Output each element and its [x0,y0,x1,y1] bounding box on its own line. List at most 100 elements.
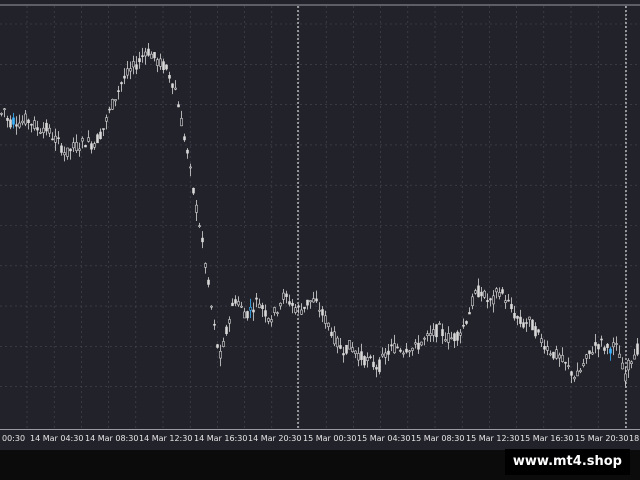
candle-body [585,354,588,359]
candle-body [186,149,189,154]
candle-body [483,290,486,298]
candle-body [57,137,60,140]
candle-body [576,370,579,377]
candle-body [609,348,612,354]
candle-body [6,118,9,121]
candle-body [471,296,474,306]
candle-body [303,306,306,309]
candle-body [51,138,54,141]
candle-body [315,298,318,302]
candle-body [141,55,144,57]
candle-body [273,307,276,313]
candle-body [72,142,75,149]
candle-body [603,347,606,351]
candle-body [45,122,48,132]
candle-body [564,361,567,364]
candle-body [231,302,234,306]
candle-body [174,87,177,90]
candle-body [438,323,441,325]
candle-body [270,319,273,323]
candle-body [429,333,432,336]
candle-body [459,332,462,336]
candle-body [330,331,333,337]
candle-body [360,351,363,360]
candle-body [612,342,615,348]
candle-body [579,369,582,373]
candle-body [390,344,393,347]
chart-window[interactable]: 00:30 14 Mar 04:30 14 Mar 08:30 14 Mar 12:3… [0,0,640,480]
candle-body [570,371,573,376]
candle-body [90,143,93,150]
candle-body [630,361,633,364]
candle-body [201,237,204,243]
candle-body [423,337,426,340]
candle-body [285,293,288,297]
candle-body [591,352,594,355]
candle-body [9,119,12,128]
candle-body [489,298,492,301]
candle-body [363,356,366,366]
time-axis-tick-label: 14 Mar 08:30 [85,434,139,443]
candle-body [294,307,297,313]
candle-body [468,312,471,315]
candle-body [408,350,411,353]
candle-body [219,351,222,359]
candle-body [402,352,405,355]
candle-body [195,204,198,213]
candle-body [321,309,324,316]
candle-body [78,148,81,151]
candle-body [399,349,402,352]
candle-body [414,342,417,345]
price-chart-plot[interactable] [0,0,640,430]
candle-body [30,123,33,126]
candle-body [228,319,231,324]
candle-body [387,350,390,355]
candle-body [63,152,66,156]
candle-body [33,120,36,129]
candle-body [75,142,78,151]
candle-body [435,324,438,338]
candle-body [132,61,135,68]
candle-body [594,342,597,346]
candle [483,289,486,299]
candle-body [486,300,489,302]
candle-body [18,122,21,128]
candle-body [267,318,270,322]
candle-body [153,52,156,59]
candle-body [555,349,558,359]
candle-body [198,225,201,227]
candle-body [525,322,528,324]
candle-body [126,68,129,76]
candle-body [54,135,57,143]
candle-body [606,343,609,348]
time-axis-tick-label: 15 Mar 16:30 [520,434,574,443]
candle-body [264,310,267,317]
candle-body [291,302,294,306]
candle-body [249,306,252,311]
candle-body [156,59,159,66]
time-axis-tick-label: 18 [629,434,640,443]
candle-body [552,351,555,359]
candle-body [543,346,546,350]
candle-body [492,295,495,305]
candle-body [378,359,381,372]
candle-body [306,299,309,306]
time-axis-tick-label: 14 Mar 16:30 [194,434,248,443]
candle-body [549,353,552,356]
candle-body [537,329,540,333]
candle-body [501,289,504,294]
candle-body [12,117,15,125]
candle-body [222,341,225,347]
candle-body [117,90,120,92]
candle-body [105,117,108,122]
candle-body [561,355,564,362]
candle-body [111,99,114,110]
candle-body [450,337,453,340]
candle-body [183,136,186,141]
candle-body [348,340,351,350]
time-axis-tick-label: 00:30 [2,434,26,443]
candle-body [276,312,279,314]
candle-body [69,148,72,152]
candle-body [426,333,429,336]
candle-body [0,113,3,115]
